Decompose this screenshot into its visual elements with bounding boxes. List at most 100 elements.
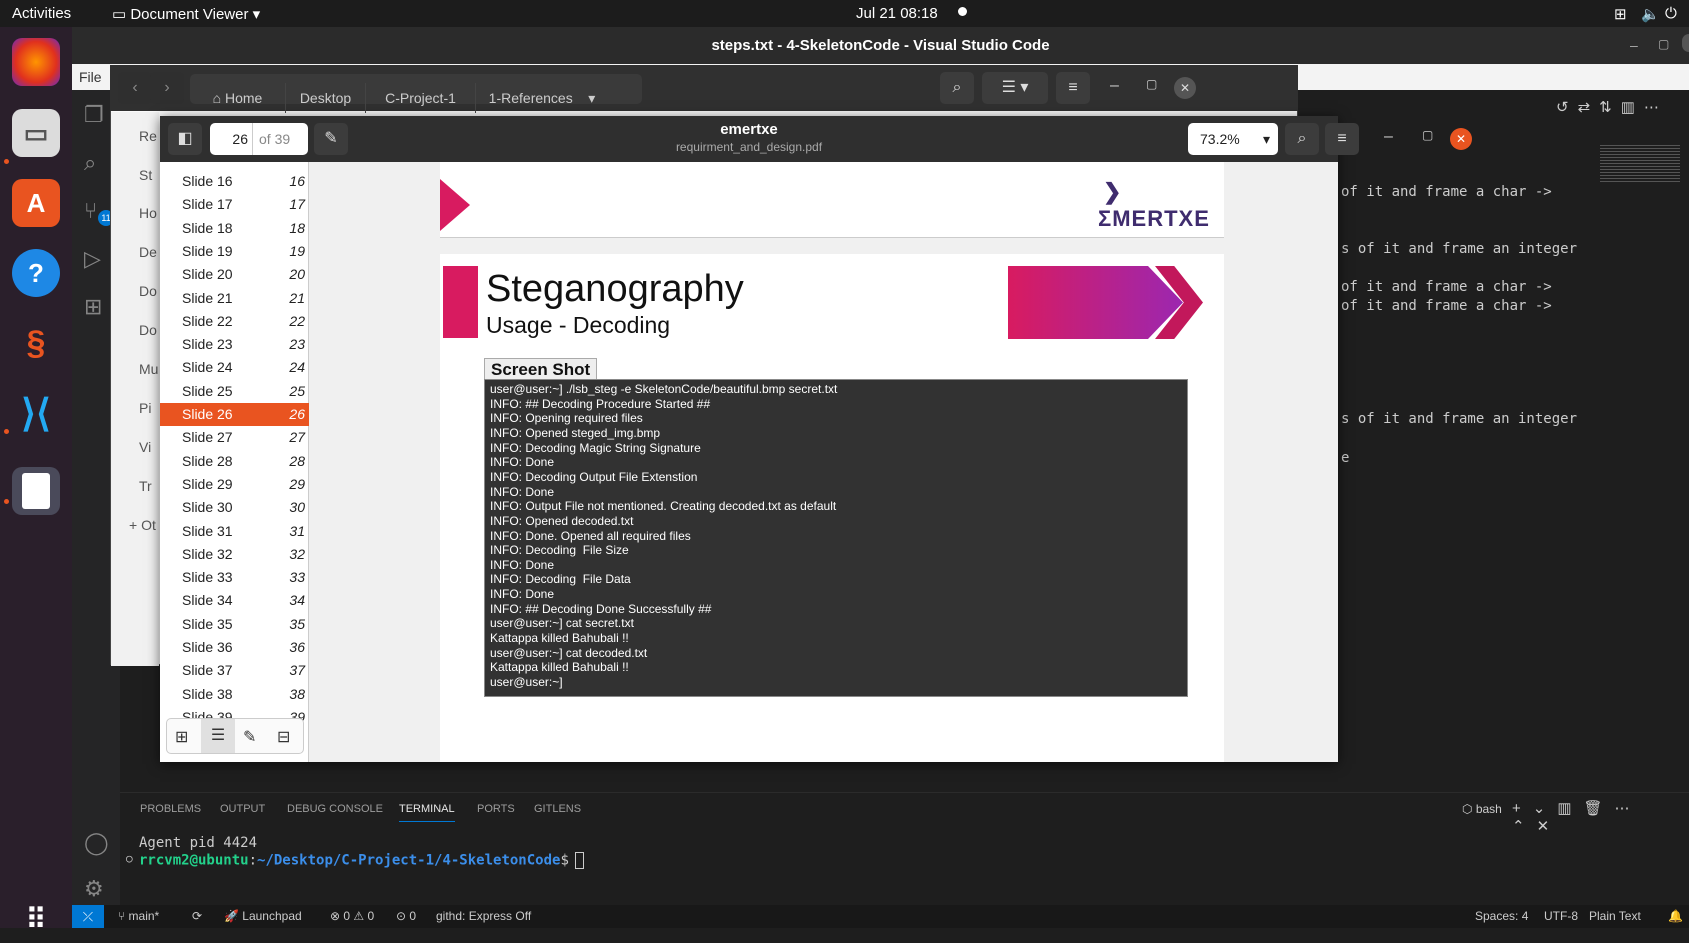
menu-icon[interactable]: ≡ [1325, 123, 1359, 155]
app-menu[interactable]: ▭ Document Viewer ▾ [112, 5, 260, 23]
help-icon[interactable]: ? [12, 249, 60, 297]
forward-button[interactable]: › [150, 72, 184, 104]
search-icon[interactable]: ⌕ [1285, 123, 1319, 155]
language-status[interactable]: Plain Text [1589, 909, 1641, 923]
slide-list-item[interactable]: Slide 19 19 [160, 240, 309, 263]
search-icon[interactable]: ⌕ [940, 72, 974, 104]
tab-terminal[interactable]: TERMINAL [399, 803, 455, 822]
files-sidebar-item[interactable]: Tr [139, 478, 152, 494]
files-sidebar-item[interactable]: Do [139, 322, 157, 338]
crumb-desktop[interactable]: Desktop [286, 83, 366, 113]
maximize-icon[interactable]: ▢ [1422, 128, 1433, 142]
files-sidebar-item[interactable]: Re [139, 128, 157, 144]
close-button[interactable] [1682, 34, 1689, 52]
network-icon[interactable]: ⊞ [1614, 5, 1627, 23]
files-sidebar-item[interactable]: Do [139, 283, 157, 299]
tab-debug-console[interactable]: DEBUG CONSOLE [287, 803, 383, 815]
remote-icon[interactable]: ⤫ [72, 905, 104, 928]
editor-toolbar[interactable]: ↺⇄⇅▥⋯ [1556, 98, 1668, 116]
slide-list-item[interactable]: Slide 35 35 [160, 613, 309, 636]
firefox-icon[interactable] [12, 38, 60, 86]
files-sidebar-item[interactable]: Ho [139, 205, 157, 221]
app-center-icon[interactable]: A [12, 179, 60, 227]
sync-icon[interactable]: ⟳ [192, 909, 202, 923]
files-sidebar-item[interactable]: Pi [139, 400, 151, 416]
launchpad-status[interactable]: 🚀 Launchpad [224, 909, 302, 923]
run-debug-icon[interactable]: ▷ [84, 246, 101, 272]
slide-list-item[interactable]: Slide 22 22 [160, 310, 309, 333]
editor-line[interactable]: s of it and frame an integer [1341, 241, 1577, 257]
slide-list-item[interactable]: Slide 18 18 [160, 217, 309, 240]
clock[interactable]: Jul 21 08:18 [856, 5, 938, 22]
editor-line[interactable]: of it and frame a char -> [1341, 279, 1552, 295]
outline-icon[interactable]: ☰ [201, 719, 235, 753]
files-sidebar-item[interactable]: St [139, 167, 152, 183]
close-button[interactable]: ✕ [1174, 77, 1196, 99]
podcast-icon[interactable]: § [12, 319, 60, 367]
extensions-icon[interactable]: ⊞ [84, 294, 102, 320]
ports-status[interactable]: ⊙ 0 [396, 909, 416, 923]
slide-list-item[interactable]: Slide 16 16 [160, 170, 309, 193]
slide-list-item[interactable]: Slide 26 26 [160, 403, 309, 426]
menu-icon[interactable]: ≡ [1056, 72, 1090, 104]
crumb-home[interactable]: ⌂ Home [190, 83, 286, 113]
account-icon[interactable]: ◯ [84, 830, 109, 856]
slide-list-item[interactable]: Slide 36 36 [160, 636, 309, 659]
slide-list-item[interactable]: Slide 37 37 [160, 659, 309, 682]
slide-list-item[interactable]: Slide 34 34 [160, 589, 309, 612]
slide-list-item[interactable]: Slide 28 28 [160, 450, 309, 473]
indent-status[interactable]: Spaces: 4 [1475, 909, 1528, 923]
annotations-icon[interactable]: ✎ [243, 727, 256, 747]
close-button[interactable]: ✕ [1450, 128, 1472, 150]
slide-list-item[interactable]: Slide 23 23 [160, 333, 309, 356]
encoding-status[interactable]: UTF-8 [1544, 909, 1578, 923]
slide-list-item[interactable]: Slide 24 24 [160, 356, 309, 379]
tab-ports[interactable]: PORTS [477, 803, 515, 815]
files-icon[interactable]: ▭ [12, 109, 60, 157]
slide-list-item[interactable]: Slide 25 25 [160, 380, 309, 403]
files-sidebar-item[interactable]: + Ot [129, 517, 156, 533]
notifications-icon[interactable]: 🔔 [1668, 909, 1683, 923]
explorer-icon[interactable]: ❐ [84, 102, 104, 128]
problems-status[interactable]: ⊗ 0 ⚠ 0 [330, 909, 374, 923]
search-icon[interactable]: ⌕ [84, 150, 96, 176]
terminal-prompt[interactable]: rrcvm2@ubuntu:~/Desktop/C-Project-1/4-Sk… [139, 852, 584, 869]
power-icon[interactable]: ⏻ [1665, 5, 1677, 22]
vscode-icon[interactable]: ⟩⟨ [12, 389, 60, 437]
show-apps-icon[interactable]: ⠿ [12, 895, 60, 943]
slide-list-item[interactable]: Slide 31 31 [160, 520, 309, 543]
slide-list-item[interactable]: Slide 20 20 [160, 263, 309, 286]
slide-list-item[interactable]: Slide 30 30 [160, 496, 309, 519]
files-sidebar-item[interactable]: De [139, 244, 157, 260]
zoom-select[interactable]: 73.2% ▾ [1188, 123, 1278, 155]
files-sidebar-item[interactable]: Mu [139, 361, 158, 377]
maximize-icon[interactable]: ▢ [1146, 77, 1157, 91]
slide-list-item[interactable]: Slide 21 21 [160, 287, 309, 310]
tab-problems[interactable]: PROBLEMS [140, 803, 201, 815]
slide-list-item[interactable]: Slide 27 27 [160, 426, 309, 449]
crumb-c-project-1[interactable]: C-Project-1 [366, 83, 476, 113]
slide-list-item[interactable]: Slide 29 29 [160, 473, 309, 496]
slide-list-item[interactable]: Slide 38 38 [160, 683, 309, 706]
thumbnails-icon[interactable]: ⊞ [175, 727, 188, 747]
branch-status[interactable]: ⑂ main* [118, 909, 159, 923]
settings-gear-icon[interactable]: ⚙ [84, 876, 104, 902]
view-list-icon[interactable]: ☰ ▾ [982, 72, 1048, 104]
editor-line[interactable]: of it and frame a char -> [1341, 184, 1552, 200]
maximize-icon[interactable]: ▢ [1658, 37, 1669, 51]
editor-line[interactable]: of it and frame a char -> [1341, 298, 1552, 314]
activities-button[interactable]: Activities [12, 5, 71, 22]
githd-status[interactable]: githd: Express Off [436, 909, 531, 923]
document-viewer-icon[interactable] [12, 467, 60, 515]
source-control-icon[interactable]: ⑂ [84, 198, 97, 224]
menu-file[interactable]: File [79, 69, 102, 85]
back-button[interactable]: ‹ [118, 72, 152, 104]
minimap[interactable] [1600, 145, 1680, 183]
crumb-1-references[interactable]: 1-References ▾ [476, 83, 608, 113]
editor-line[interactable]: s of it and frame an integer [1341, 411, 1577, 427]
tab-output[interactable]: OUTPUT [220, 803, 265, 815]
minimize-icon[interactable]: – [1384, 128, 1393, 146]
slide-list-item[interactable]: Slide 33 33 [160, 566, 309, 589]
minimize-icon[interactable]: – [1110, 77, 1119, 95]
volume-icon[interactable]: 🔈 [1641, 5, 1660, 23]
